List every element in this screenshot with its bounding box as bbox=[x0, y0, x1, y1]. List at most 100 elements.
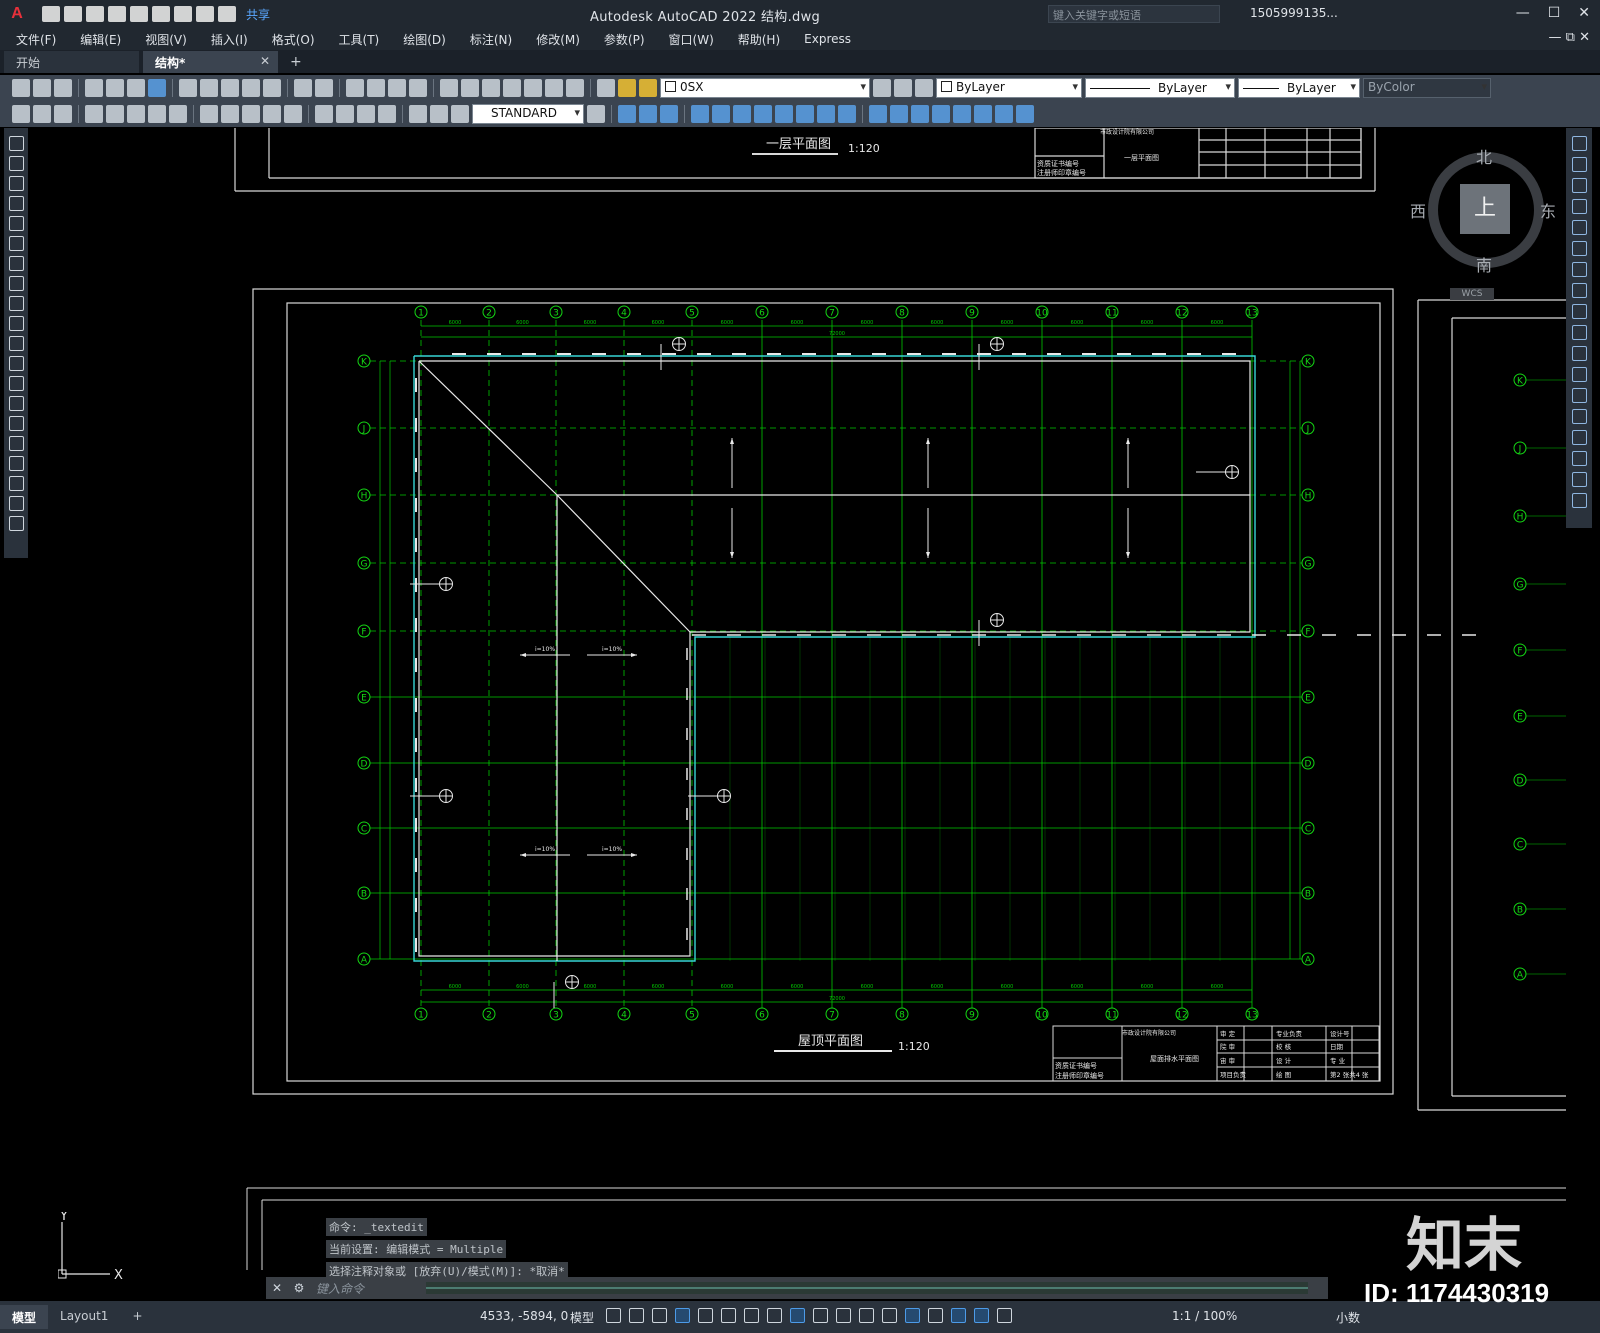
new-icon[interactable] bbox=[12, 79, 30, 97]
view-cube[interactable]: 上 北 南 西 东 WCS bbox=[1410, 130, 1566, 300]
tab-start[interactable]: 开始 bbox=[4, 51, 139, 73]
inspection-icon[interactable] bbox=[357, 105, 375, 123]
layer-properties-icon[interactable] bbox=[597, 79, 615, 97]
move-icon[interactable] bbox=[1571, 241, 1587, 256]
object-snap-tracking-icon[interactable] bbox=[767, 1308, 782, 1323]
ordinate-icon[interactable] bbox=[85, 105, 103, 123]
sweep-icon[interactable] bbox=[733, 105, 751, 123]
menu-help[interactable]: 帮助(H) bbox=[738, 31, 780, 48]
intersect-icon[interactable] bbox=[838, 105, 856, 123]
menu-modify[interactable]: 修改(M) bbox=[536, 31, 580, 48]
undo-icon[interactable] bbox=[294, 79, 312, 97]
offset-icon[interactable] bbox=[1571, 199, 1587, 214]
open-file-icon[interactable] bbox=[64, 6, 82, 22]
compass-west[interactable]: 西 bbox=[1410, 198, 1426, 222]
quick-calc-icon[interactable] bbox=[545, 79, 563, 97]
command-input[interactable]: 键入命令 bbox=[316, 1280, 364, 1297]
zoom-previous-icon[interactable] bbox=[409, 79, 427, 97]
insert-block-icon[interactable] bbox=[8, 356, 24, 371]
annotation-visibility-icon[interactable] bbox=[974, 1308, 989, 1323]
design-center-icon[interactable] bbox=[461, 79, 479, 97]
extract-edges-icon[interactable] bbox=[932, 105, 950, 123]
arc-length-icon[interactable] bbox=[54, 105, 72, 123]
diameter-icon[interactable] bbox=[148, 105, 166, 123]
publish-icon[interactable] bbox=[127, 79, 145, 97]
auto-scale-icon[interactable] bbox=[997, 1308, 1012, 1323]
menu-draw[interactable]: 绘图(D) bbox=[403, 31, 446, 48]
redo-icon[interactable] bbox=[315, 79, 333, 97]
markup-icon[interactable] bbox=[524, 79, 542, 97]
menu-view[interactable]: 视图(V) bbox=[145, 31, 187, 48]
ellipse-arc-icon[interactable] bbox=[8, 336, 24, 351]
join-icon[interactable] bbox=[1571, 409, 1587, 424]
layer-previous-icon[interactable] bbox=[894, 79, 912, 97]
revolve-icon[interactable] bbox=[712, 105, 730, 123]
copy-icon[interactable] bbox=[200, 79, 218, 97]
stretch-icon[interactable] bbox=[1571, 304, 1587, 319]
revision-cloud-icon[interactable] bbox=[8, 276, 24, 291]
isometric-icon[interactable] bbox=[744, 1308, 759, 1323]
blend-curves-icon[interactable] bbox=[1571, 472, 1587, 487]
save-icon[interactable] bbox=[54, 79, 72, 97]
dynamic-input-icon[interactable] bbox=[675, 1308, 690, 1323]
baseline-icon[interactable] bbox=[221, 105, 239, 123]
pan-icon[interactable] bbox=[346, 79, 364, 97]
dimension-break-icon[interactable] bbox=[284, 105, 302, 123]
table-icon[interactable] bbox=[8, 476, 24, 491]
cut-icon[interactable] bbox=[179, 79, 197, 97]
units-display[interactable]: 小数 bbox=[1336, 1309, 1360, 1326]
open-web-icon[interactable] bbox=[130, 6, 148, 22]
angular-icon[interactable] bbox=[169, 105, 187, 123]
share-button[interactable]: 共享 bbox=[246, 6, 270, 23]
save-web-icon[interactable] bbox=[152, 6, 170, 22]
arc-icon[interactable] bbox=[8, 236, 24, 251]
center-mark-icon[interactable] bbox=[336, 105, 354, 123]
cylinder-icon[interactable] bbox=[639, 105, 657, 123]
union-icon[interactable] bbox=[796, 105, 814, 123]
slice-icon[interactable] bbox=[869, 105, 887, 123]
linetype-dropdown[interactable]: ByLayer bbox=[1085, 78, 1235, 98]
make-block-icon[interactable] bbox=[8, 376, 24, 391]
linear-dimension-icon[interactable] bbox=[12, 105, 30, 123]
hatch-icon[interactable] bbox=[8, 416, 24, 431]
layer-freeze-icon[interactable] bbox=[639, 79, 657, 97]
separate-icon[interactable] bbox=[995, 105, 1013, 123]
gradient-icon[interactable] bbox=[8, 436, 24, 451]
ellipse-icon[interactable] bbox=[8, 316, 24, 331]
save-icon[interactable] bbox=[86, 6, 104, 22]
copy-object-icon[interactable] bbox=[1571, 157, 1587, 172]
autocad-logo-icon[interactable]: A bbox=[0, 0, 34, 28]
properties-icon[interactable] bbox=[440, 79, 458, 97]
plot-icon[interactable] bbox=[85, 79, 103, 97]
scale-icon[interactable] bbox=[1571, 283, 1587, 298]
wcs-menu[interactable]: WCS bbox=[1450, 288, 1494, 300]
tool-palettes-icon[interactable] bbox=[482, 79, 500, 97]
selection-filter-icon[interactable] bbox=[928, 1308, 943, 1323]
extend-icon[interactable] bbox=[1571, 346, 1587, 361]
rectangle-icon[interactable] bbox=[8, 216, 24, 231]
tab-structure-dwg[interactable]: 结构* ✕ bbox=[143, 51, 278, 73]
compass-north[interactable]: 北 bbox=[1476, 144, 1492, 168]
color-dropdown[interactable]: ByLayer bbox=[936, 78, 1082, 98]
menu-window[interactable]: 窗口(W) bbox=[669, 31, 714, 48]
imprint-icon[interactable] bbox=[953, 105, 971, 123]
match-properties-icon[interactable] bbox=[242, 79, 260, 97]
lineweight-dropdown[interactable]: ByLayer bbox=[1238, 78, 1360, 98]
layer-on-icon[interactable] bbox=[618, 79, 636, 97]
redo-icon[interactable] bbox=[218, 6, 236, 22]
subtract-icon[interactable] bbox=[817, 105, 835, 123]
dynamic-ucs-icon[interactable] bbox=[905, 1308, 920, 1323]
model-space-canvas[interactable]: 一层平面图 1:120 市政设计院有限公司 一层平面图 资质证书编号 注册师印章… bbox=[32, 128, 1566, 1270]
compass-south[interactable]: 南 bbox=[1476, 252, 1492, 276]
break-icon[interactable] bbox=[1571, 388, 1587, 403]
loft-icon[interactable] bbox=[754, 105, 772, 123]
grid-icon[interactable] bbox=[606, 1308, 621, 1323]
paste-icon[interactable] bbox=[221, 79, 239, 97]
polygon-icon[interactable] bbox=[8, 196, 24, 211]
user-account[interactable]: 1505999135... bbox=[1250, 6, 1338, 20]
undo-icon[interactable] bbox=[196, 6, 214, 22]
model-space-toggle[interactable]: 模型 bbox=[570, 1309, 594, 1326]
polyline-icon[interactable] bbox=[8, 176, 24, 191]
chamfer-icon[interactable] bbox=[1571, 430, 1587, 445]
break-at-point-icon[interactable] bbox=[1571, 367, 1587, 382]
